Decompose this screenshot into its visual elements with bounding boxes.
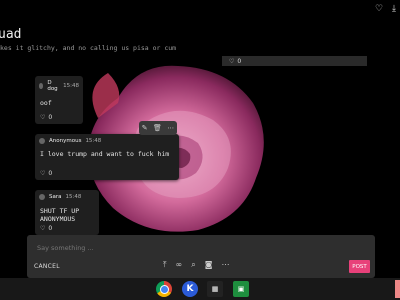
more-icon[interactable]: ⋯ xyxy=(221,260,229,270)
k-app-icon[interactable]: K xyxy=(182,281,198,297)
shelf-edge xyxy=(395,280,400,298)
heart-icon: ♡ xyxy=(40,225,46,232)
camera-icon[interactable]: ◙ xyxy=(205,260,213,270)
timestamp: 15:48 xyxy=(85,138,102,144)
avatar xyxy=(39,138,45,144)
message-card[interactable]: D dog 15:48 oof ♡ 0 xyxy=(35,76,83,124)
delete-icon[interactable]: 🗑 xyxy=(153,124,162,132)
message-text: oof xyxy=(40,99,52,107)
post-button[interactable]: POST xyxy=(349,260,370,273)
search-icon[interactable]: ⌕ xyxy=(191,260,195,270)
like-control[interactable]: ♡ 0 xyxy=(222,56,367,65)
message-text: I love trump and want to fuck him xyxy=(40,150,170,158)
like-control[interactable]: ♡ 0 xyxy=(40,170,52,177)
message-card[interactable]: Sara 15:48 SHUT TF UP ANONYMOUS ♡ 0 xyxy=(35,190,99,235)
heart-icon: ♡ xyxy=(40,114,46,121)
like-count: 0 xyxy=(48,225,53,232)
message-card[interactable]: Anonymous 15:48 I love trump and want to… xyxy=(35,134,179,180)
pinned-post[interactable]: ♡ 0 xyxy=(222,56,367,66)
link-icon[interactable]: ∞ xyxy=(176,260,183,270)
board-subtitle: kes it glitchy, and no calling us pisa o… xyxy=(0,44,177,52)
classroom-app-icon[interactable]: ▣ xyxy=(233,281,249,297)
upload-icon[interactable]: ⤒ xyxy=(163,260,167,270)
app-icon[interactable]: ▦ xyxy=(207,281,223,297)
avatar xyxy=(39,83,44,89)
message-text: SHUT TF UP ANONYMOUS xyxy=(40,207,80,223)
edit-icon[interactable]: ✎ xyxy=(142,124,148,132)
author-name: D dog xyxy=(47,80,58,92)
author-name: Sara xyxy=(49,194,62,200)
message-input[interactable] xyxy=(35,241,369,255)
board-title: uad xyxy=(0,27,22,42)
like-count: 0 xyxy=(48,170,53,177)
author-name: Anonymous xyxy=(49,138,82,144)
composer-tools: ⤒ ∞ ⌕ ◙ ⋯ xyxy=(163,260,229,270)
composer: CANCEL ⤒ ∞ ⌕ ◙ ⋯ POST xyxy=(27,235,375,278)
heart-icon: ♡ xyxy=(229,58,235,65)
os-shelf: K ▦ ▣ xyxy=(0,278,400,300)
like-count: 0 xyxy=(237,58,242,65)
heart-icon[interactable]: ♡ xyxy=(375,4,383,14)
cancel-button[interactable]: CANCEL xyxy=(34,263,60,270)
like-control[interactable]: ♡ 0 xyxy=(40,225,52,232)
avatar xyxy=(39,194,45,200)
timestamp: 15:48 xyxy=(65,194,82,200)
top-actions: ♡ ⤓ xyxy=(375,4,396,14)
like-control[interactable]: ♡ 0 xyxy=(40,114,52,121)
message-toolbar: ✎ 🗑 ⋯ xyxy=(139,121,177,135)
like-count: 0 xyxy=(48,114,53,121)
heart-icon: ♡ xyxy=(40,170,46,177)
timestamp: 15:48 xyxy=(63,83,79,89)
download-icon[interactable]: ⤓ xyxy=(392,4,396,14)
more-icon[interactable]: ⋯ xyxy=(167,124,174,132)
chrome-app-icon[interactable] xyxy=(156,281,172,297)
